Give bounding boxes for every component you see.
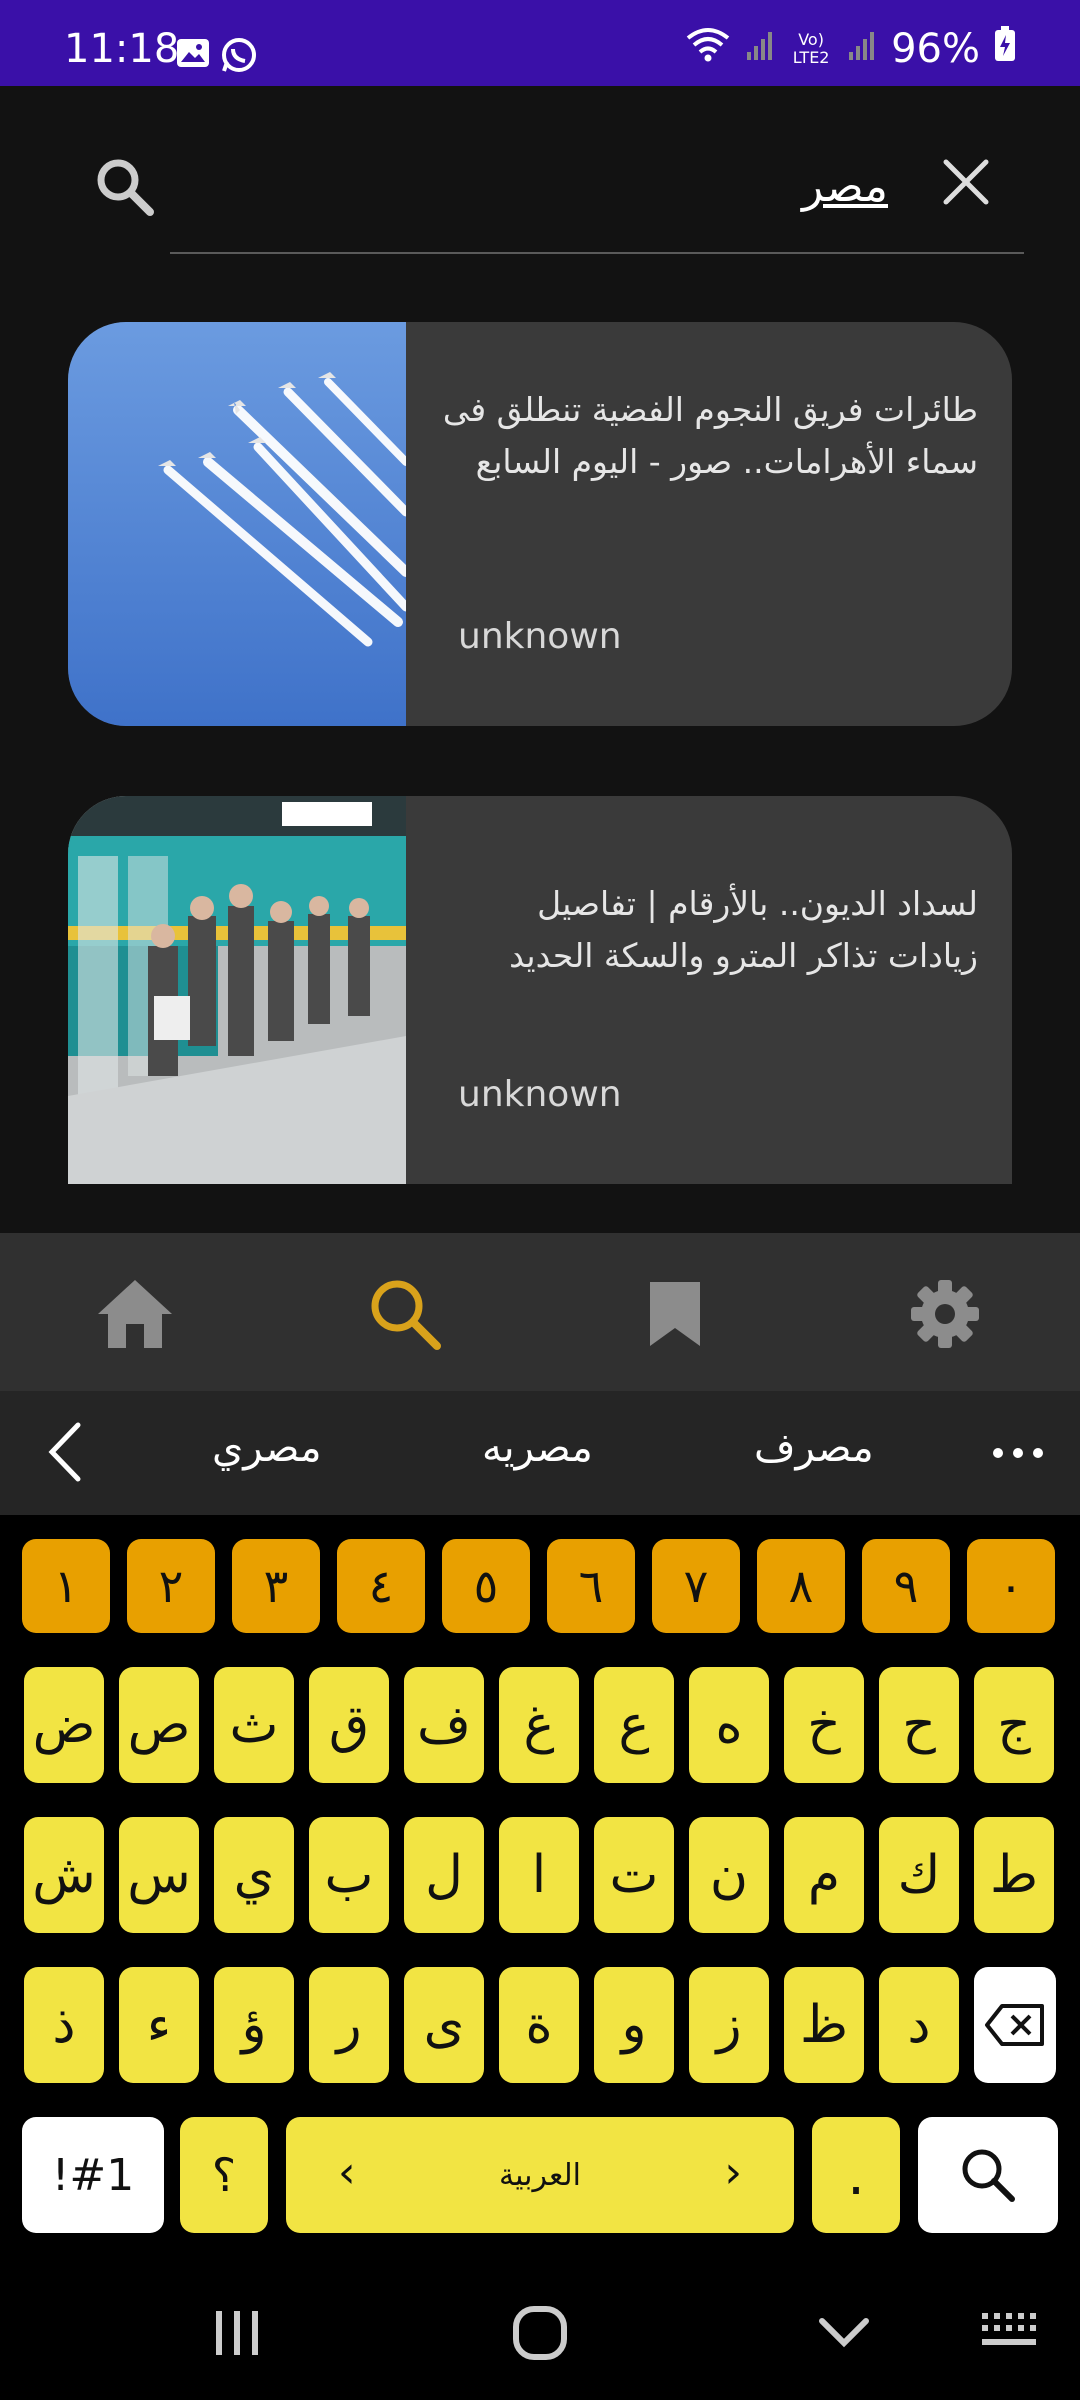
key-letter[interactable]: ش <box>24 1817 104 1933</box>
key-number[interactable]: ١ <box>22 1539 110 1633</box>
key-number[interactable]: ٠ <box>967 1539 1055 1633</box>
key-number[interactable]: ٣ <box>232 1539 320 1633</box>
key-number[interactable]: ٤ <box>337 1539 425 1633</box>
screen: 11:18 Vo) LTE2 96% مصر طائرات فريق النجو… <box>0 0 1080 2400</box>
key-letter[interactable]: ه <box>689 1667 769 1783</box>
key-letter[interactable]: د <box>879 1967 959 2083</box>
home-button-icon[interactable] <box>512 2305 568 2365</box>
result-card[interactable]: لسداد الديون.. بالأرقام | تفاصيل زيادات … <box>68 796 1012 1184</box>
key-letter[interactable]: ن <box>689 1817 769 1933</box>
article-source: unknown <box>458 1074 622 1115</box>
signal-icon <box>745 26 775 72</box>
symbols-key[interactable]: !#1 <box>22 2117 164 2233</box>
key-letter[interactable]: ز <box>689 1967 769 2083</box>
key-number[interactable]: ٧ <box>652 1539 740 1633</box>
key-letter[interactable]: م <box>784 1817 864 1933</box>
key-letter[interactable]: ي <box>214 1817 294 1933</box>
close-icon[interactable] <box>940 156 992 208</box>
search-icon[interactable] <box>94 156 156 218</box>
search-icon[interactable] <box>360 1269 450 1359</box>
search-icon <box>962 2149 1015 2202</box>
wifi-icon <box>685 26 731 72</box>
search-bar <box>0 86 1080 286</box>
key-letter[interactable]: ذ <box>24 1967 104 2083</box>
backspace-key[interactable] <box>974 1967 1056 2083</box>
key-letter[interactable]: ط <box>974 1817 1054 1933</box>
more-icon[interactable] <box>988 1423 1048 1483</box>
key-number[interactable]: ٨ <box>757 1539 845 1633</box>
key-letter[interactable]: ؤ <box>214 1967 294 2083</box>
space-label: العربية <box>499 2157 581 2193</box>
bookmark-icon[interactable] <box>630 1269 720 1359</box>
signal-icon-2 <box>847 26 877 72</box>
chevron-left-icon: ‹ <box>338 2147 356 2198</box>
battery-percent: 96% <box>891 26 980 72</box>
article-title: لسداد الديون.. بالأرقام | تفاصيل زيادات … <box>509 884 978 975</box>
key-letter[interactable]: ة <box>499 1967 579 2083</box>
key-letter[interactable]: ت <box>594 1817 674 1933</box>
period-key[interactable]: . <box>812 2117 900 2233</box>
key-letter[interactable]: ء <box>119 1967 199 2083</box>
key-letter[interactable]: ا <box>499 1817 579 1933</box>
key-letter[interactable]: س <box>119 1817 199 1933</box>
chevron-down-icon[interactable] <box>816 2313 872 2357</box>
recents-icon[interactable] <box>212 2309 262 2361</box>
lte-label: Vo) LTE2 <box>792 30 830 67</box>
key-letter[interactable]: ك <box>879 1817 959 1933</box>
status-bar: 11:18 Vo) LTE2 96% <box>0 0 1080 86</box>
key-number[interactable]: ٥ <box>442 1539 530 1633</box>
gallery-icon <box>176 38 210 72</box>
search-input[interactable] <box>176 146 888 226</box>
key-letter[interactable]: ج <box>974 1667 1054 1783</box>
suggestion-word[interactable]: مصري <box>212 1425 322 1471</box>
article-thumbnail <box>68 796 406 1184</box>
suggestion-word[interactable]: مصرف <box>754 1425 874 1471</box>
key-number[interactable]: ٦ <box>547 1539 635 1633</box>
article-thumbnail <box>68 322 411 726</box>
suggestion-word[interactable]: مصريه <box>482 1425 593 1471</box>
system-nav-bar <box>0 2255 1080 2400</box>
status-right: Vo) LTE2 96% <box>685 26 1016 72</box>
key-letter[interactable]: و <box>594 1967 674 2083</box>
key-letter[interactable]: ق <box>309 1667 389 1783</box>
key-letter[interactable]: ح <box>879 1667 959 1783</box>
key-letter[interactable]: ر <box>309 1967 389 2083</box>
bottom-nav <box>0 1233 1080 1391</box>
key-letter[interactable]: ل <box>404 1817 484 1933</box>
keyboard: ١ ٢ ٣ ٤ ٥ ٦ ٧ ٨ ٩ ٠ ض ص ث ق ف غ ع ه خ ح … <box>0 1515 1080 2255</box>
key-letter[interactable]: ب <box>309 1817 389 1933</box>
key-number[interactable]: ٢ <box>127 1539 215 1633</box>
key-letter[interactable]: خ <box>784 1667 864 1783</box>
key-letter[interactable]: ض <box>24 1667 104 1783</box>
space-key[interactable]: ‹ العربية › <box>286 2117 794 2233</box>
suggestion-bar: مصري مصريه مصرف <box>0 1391 1080 1515</box>
key-letter[interactable]: ص <box>119 1667 199 1783</box>
question-key[interactable]: ؟ <box>180 2117 268 2233</box>
keyboard-icon[interactable] <box>980 2311 1040 2355</box>
search-key[interactable] <box>918 2117 1058 2233</box>
article-source: unknown <box>458 616 622 657</box>
whatsapp-icon <box>220 36 258 78</box>
key-letter[interactable]: ظ <box>784 1967 864 2083</box>
home-icon[interactable] <box>90 1269 180 1359</box>
key-letter[interactable]: ع <box>594 1667 674 1783</box>
backspace-icon <box>985 2004 1044 2046</box>
key-letter[interactable]: غ <box>499 1667 579 1783</box>
result-card[interactable]: طائرات فريق النجوم الفضية تنطلق فى سماء … <box>68 322 1012 726</box>
key-number[interactable]: ٩ <box>862 1539 950 1633</box>
chevron-left-icon[interactable] <box>40 1419 90 1485</box>
battery-icon <box>994 26 1016 72</box>
settings-icon[interactable] <box>900 1269 990 1359</box>
search-underline <box>170 252 1024 254</box>
article-title: طائرات فريق النجوم الفضية تنطلق فى سماء … <box>442 390 978 481</box>
chevron-right-icon: › <box>724 2147 742 2198</box>
key-letter[interactable]: ف <box>404 1667 484 1783</box>
key-letter[interactable]: ى <box>404 1967 484 2083</box>
key-letter[interactable]: ث <box>214 1667 294 1783</box>
status-time: 11:18 <box>64 26 180 72</box>
